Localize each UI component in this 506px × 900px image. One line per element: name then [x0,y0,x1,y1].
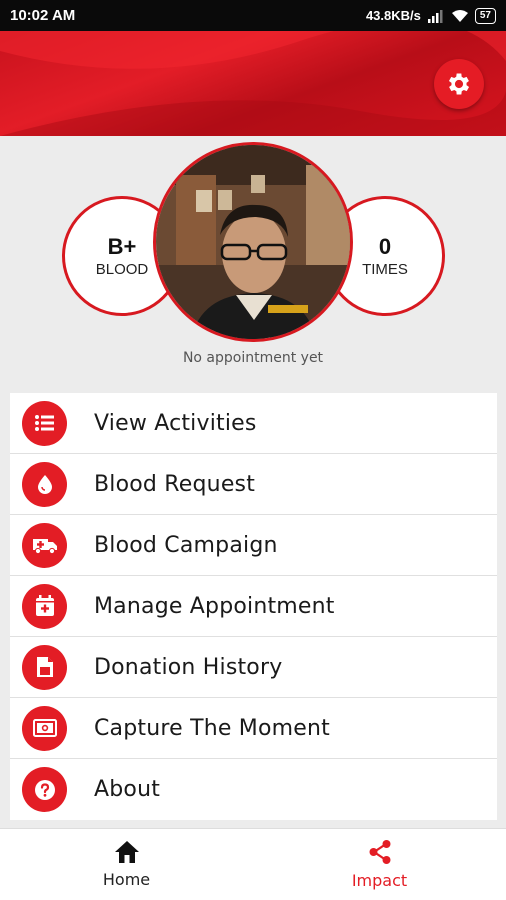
profile-header [0,31,506,136]
blood-type-label: BLOOD [95,261,149,278]
gear-icon [448,73,470,95]
nav-home-label: Home [102,870,151,889]
calendar-plus-icon [22,583,67,629]
menu-item-blood-request[interactable]: Blood Request [10,454,497,515]
menu-item-label: Capture The Moment [94,715,330,741]
donation-count-label: TIMES [362,261,408,278]
share-icon [369,840,390,864]
menu-item-manage-appointment[interactable]: Manage Appointment [10,576,497,637]
status-time: 10:02 AM [10,7,76,24]
menu-item-label: Donation History [94,654,283,680]
menu-item-capture-the-moment[interactable]: Capture The Moment [10,698,497,759]
network-speed: 43.8KB/s [365,8,421,23]
avatar-photo [156,145,350,339]
header-wave-decoration [0,31,506,136]
ambulance-icon [22,522,67,568]
bottom-navigation: Home Impact [0,828,506,900]
help-icon [22,767,67,812]
appointment-status: No appointment yet [182,350,324,366]
photo-icon [22,705,67,751]
nav-impact[interactable]: Impact [253,829,506,900]
avatar[interactable] [153,142,353,342]
menu-item-label: Blood Request [94,471,256,497]
home-icon [114,841,139,863]
battery-indicator: 57 [474,7,496,24]
main-menu: View Activities Blood Request Blood Camp… [10,393,497,820]
menu-item-donation-history[interactable]: Donation History [10,637,497,698]
menu-item-blood-campaign[interactable]: Blood Campaign [10,515,497,576]
menu-item-label: About [94,777,161,802]
status-bar: 10:02 AM 43.8KB/s 57 [0,0,506,31]
nav-impact-label: Impact [351,871,408,890]
wifi-icon [451,9,468,22]
status-indicators: 43.8KB/s 57 [365,7,496,24]
menu-item-view-activities[interactable]: View Activities [10,393,497,454]
menu-item-label: Blood Campaign [94,532,278,558]
blood-type-value: B+ [107,234,137,259]
menu-item-label: Manage Appointment [94,593,335,619]
menu-item-about[interactable]: About [10,759,497,820]
nav-home[interactable]: Home [0,829,253,900]
profile-summary: B+ BLOOD 0 TIMES No appointment yet [0,136,506,391]
signal-icon [427,9,443,23]
settings-button[interactable] [434,59,484,109]
menu-item-label: View Activities [94,410,257,436]
donation-count-value: 0 [378,234,392,259]
list-icon [22,400,67,446]
blood-drop-icon [22,461,67,507]
document-icon [22,644,67,690]
